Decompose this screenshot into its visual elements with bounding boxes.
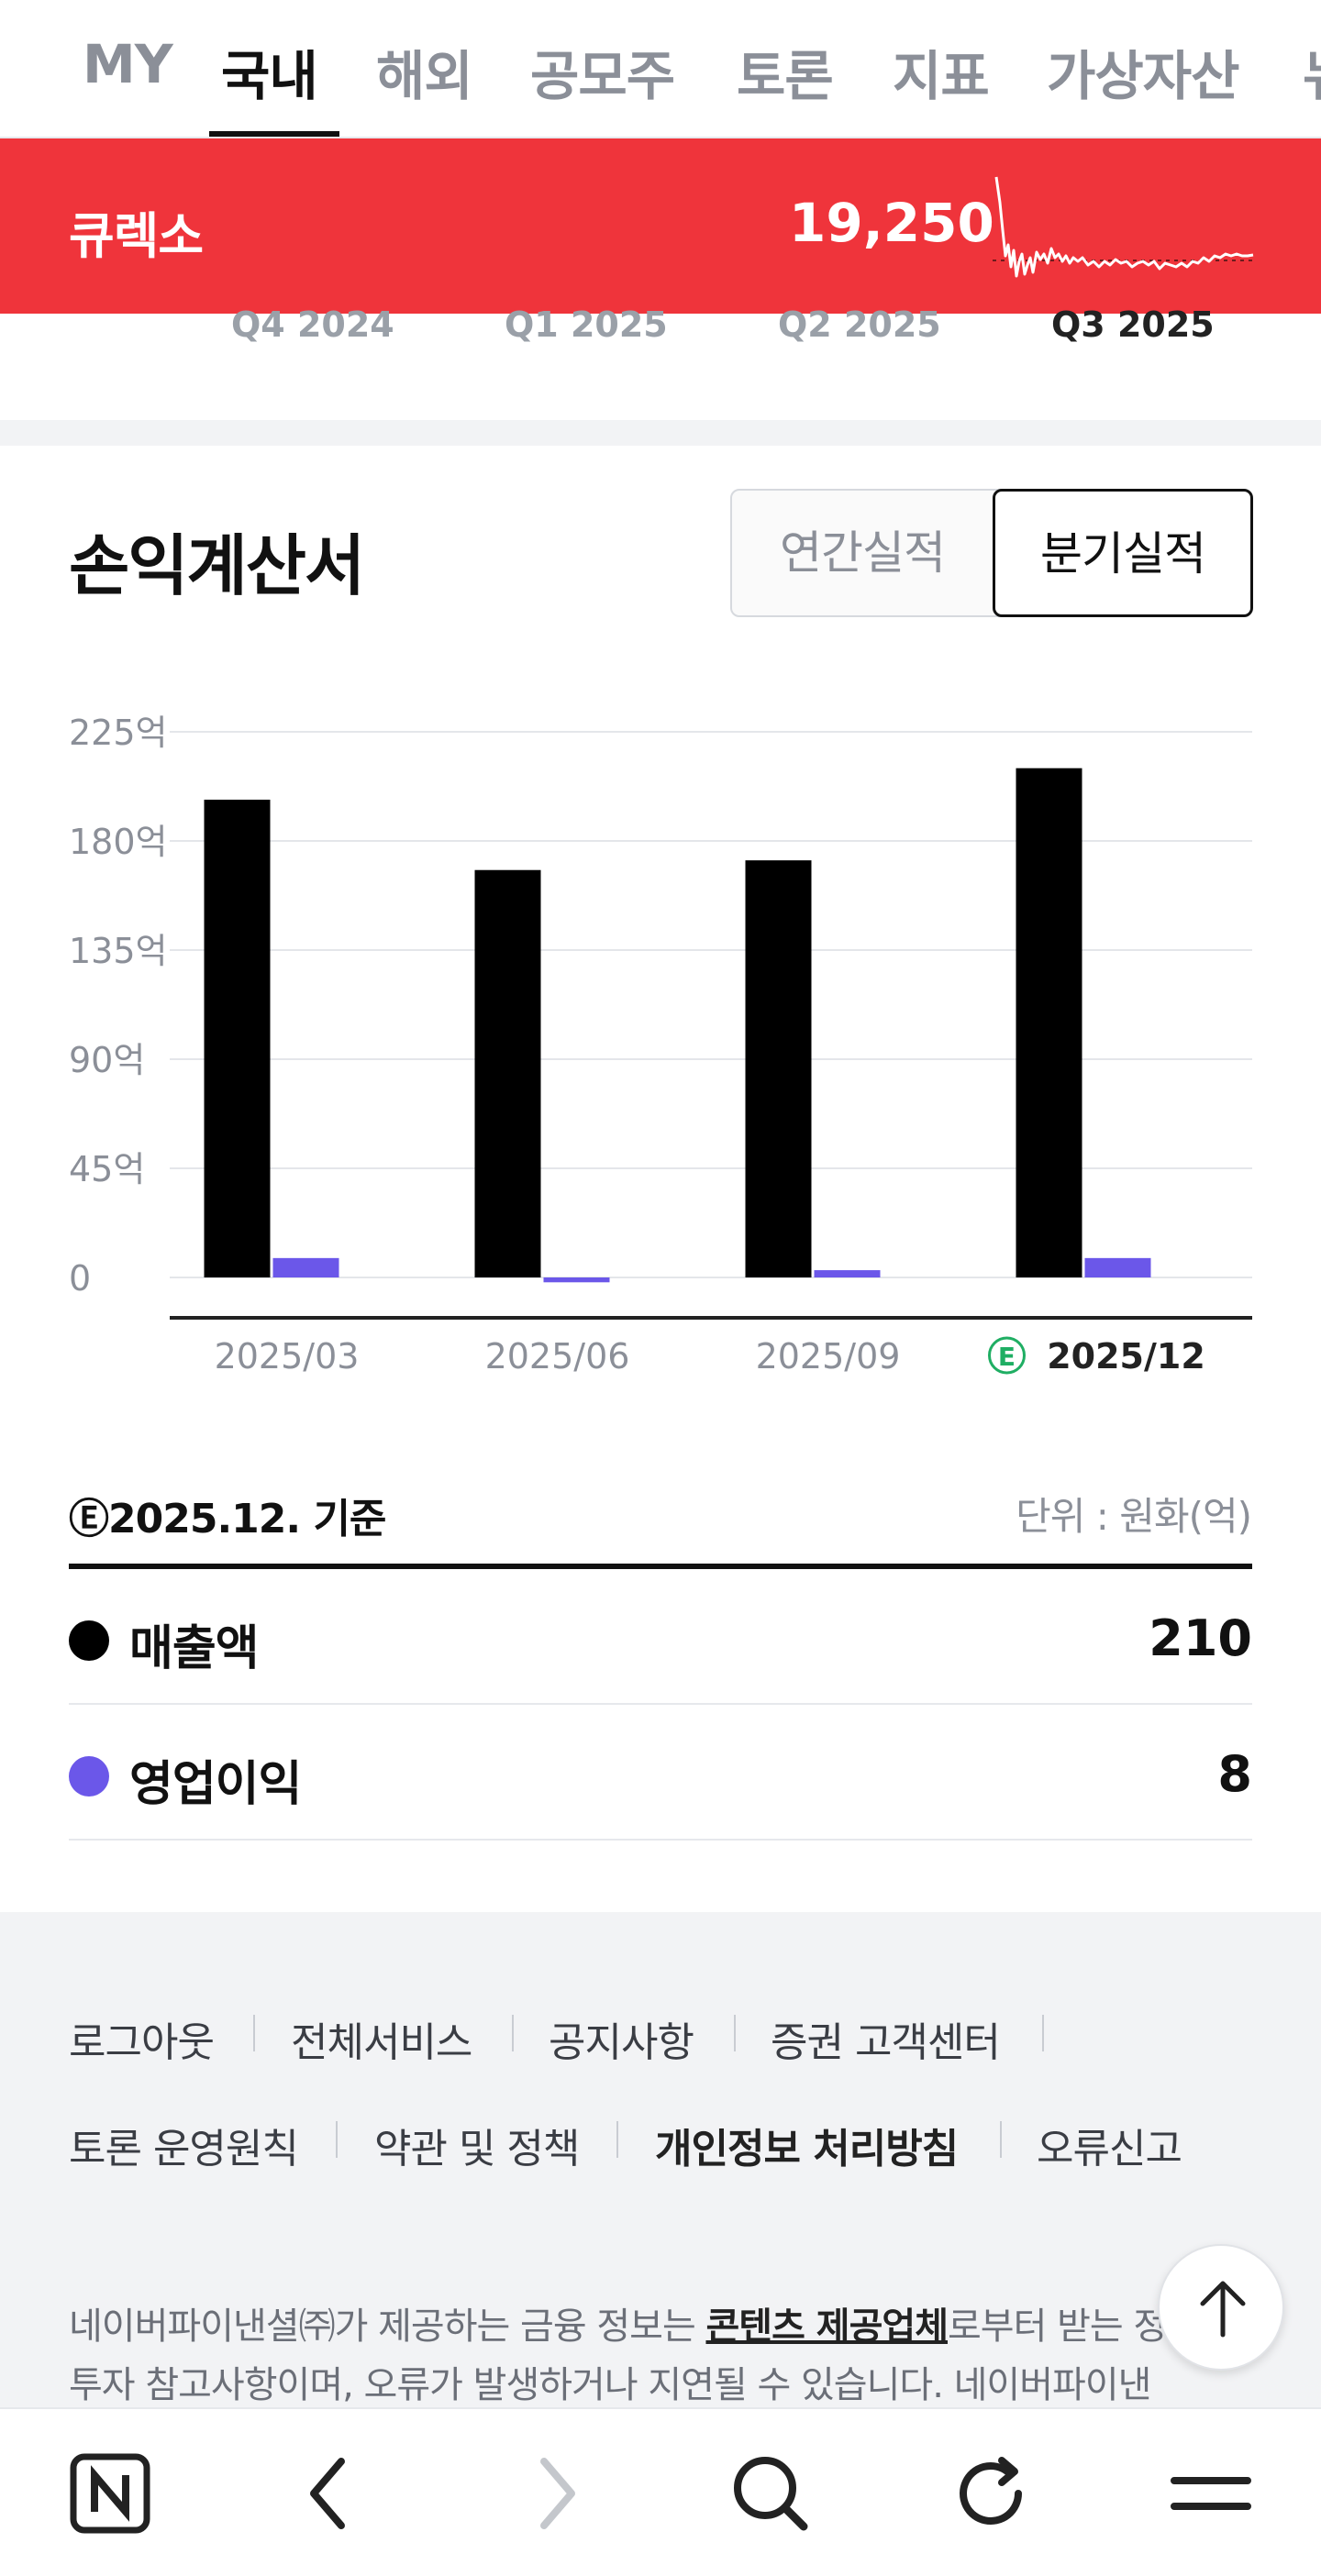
search-icon <box>734 2457 808 2531</box>
y-tick-label: 0 <box>69 1258 91 1299</box>
footer-separator <box>253 2015 255 2051</box>
browser-toolbar <box>0 2407 1321 2576</box>
tab-my[interactable]: MY <box>83 33 173 95</box>
y-tick-label: 225억 <box>69 713 168 753</box>
tab-crypto[interactable]: 가상자산 <box>1047 33 1239 110</box>
prev-chart-label: Q4 2024 <box>231 304 394 345</box>
footer-link-all-services[interactable]: 전체서비스 <box>291 2009 472 2068</box>
revenue-bar <box>1016 768 1082 1277</box>
tab-indicators[interactable]: 지표 <box>893 33 990 110</box>
prev-chart-label: Q1 2025 <box>505 304 668 345</box>
basis-date: Ⓔ2025.12. 기준 <box>69 1496 386 1542</box>
scroll-to-top-button[interactable] <box>1158 2244 1284 2371</box>
footer-separator <box>1042 2015 1044 2051</box>
footer: 로그아웃 전체서비스 공지사항 증권 고객센터 토론 운영원칙 약관 및 정책 … <box>0 1912 1321 2407</box>
footer-separator <box>616 2121 618 2158</box>
footer-link-privacy[interactable]: 개인정보 처리방침 <box>655 2116 959 2174</box>
annual-results-button[interactable]: 연간실적 <box>732 491 993 615</box>
estimate-badge-label: E <box>998 1342 1016 1372</box>
y-tick-label: 135억 <box>69 931 168 971</box>
search-button[interactable] <box>725 2448 816 2539</box>
price-sparkline <box>993 176 1255 278</box>
legend-dot-purple <box>69 1756 109 1797</box>
x-tick-label: 2025/03 <box>215 1336 360 1376</box>
x-tick-label: 2025/09 <box>756 1336 901 1376</box>
tab-news[interactable]: 뉴 <box>1303 33 1321 110</box>
content-provider-link[interactable]: 콘텐츠 제공업체 <box>705 2305 949 2348</box>
y-tick-label: 45억 <box>69 1149 145 1189</box>
footer-link-notices[interactable]: 공지사항 <box>549 2009 694 2068</box>
operating-profit-bar <box>272 1257 339 1277</box>
prev-chart-label-active: Q3 2025 <box>1051 304 1215 345</box>
back-icon <box>310 2458 345 2529</box>
footer-link-discussion-policy[interactable]: 토론 운영원칙 <box>69 2116 299 2174</box>
market-tab-bar: MY 국내 해외 공모주 토론 지표 가상자산 뉴 <box>0 0 1321 138</box>
tab-ipo[interactable]: 공모주 <box>530 33 675 110</box>
revenue-bar <box>474 869 541 1277</box>
operating-profit-bar <box>543 1277 610 1283</box>
menu-icon <box>1171 2477 1251 2510</box>
quarterly-results-button[interactable]: 분기실적 <box>993 489 1253 617</box>
footer-separator <box>1000 2121 1002 2158</box>
refresh-button[interactable] <box>945 2448 1037 2539</box>
arrow-up-icon <box>1200 2281 1246 2338</box>
tab-discussion[interactable]: 토론 <box>737 33 834 110</box>
y-tick-label: 90억 <box>69 1040 145 1080</box>
operating-profit-bar <box>814 1270 881 1277</box>
footer-link-report-error[interactable]: 오류신고 <box>1037 2116 1182 2174</box>
page: MY 국내 해외 공모주 토론 지표 가상자산 뉴 큐렉소 19,250 Q4 … <box>0 0 1321 2576</box>
refresh-icon <box>960 2457 1022 2525</box>
footer-link-customer-center[interactable]: 증권 고객센터 <box>771 2009 1001 2068</box>
unit-label: 단위 : 원화(억) <box>1016 1494 1252 1539</box>
legend-dot-black <box>69 1620 109 1661</box>
forward-icon <box>540 2458 575 2529</box>
revenue-bar <box>745 860 812 1277</box>
summary-value: 210 <box>1149 1609 1252 1667</box>
summary-row-revenue: 매출액 210 <box>69 1569 1252 1705</box>
section-divider <box>0 420 1321 446</box>
naver-home-button[interactable] <box>64 2448 156 2539</box>
operating-profit-bar <box>1084 1257 1151 1277</box>
tab-overseas[interactable]: 해외 <box>376 33 473 110</box>
income-statement-chart: 0 45억 90억 135억 180억 225억 2025/03 2025/06 2025/09… <box>69 713 1252 1376</box>
x-tick-label: 2025/12 <box>1047 1336 1205 1376</box>
footer-separator <box>512 2015 514 2051</box>
x-tick-label: 2025/06 <box>485 1336 630 1376</box>
footer-notice: 네이버파이낸셜㈜가 제공하는 금융 정보는 콘텐츠 제공업체로부터 받는 정보로… <box>69 2297 1252 2407</box>
stock-price: 19,250 <box>789 192 994 254</box>
sticky-stock-bar[interactable]: 큐렉소 19,250 <box>0 138 1321 314</box>
tab-domestic[interactable]: 국내 <box>221 33 318 110</box>
forward-button[interactable] <box>509 2448 601 2539</box>
summary-label: 매출액 <box>129 1621 260 1676</box>
y-tick-label: 180억 <box>69 822 168 862</box>
notice-text: 네이버파이낸셜㈜가 제공하는 금융 정보는 <box>69 2305 706 2348</box>
footer-separator <box>336 2121 338 2158</box>
prev-chart-label: Q2 2025 <box>778 304 941 345</box>
summary-value: 8 <box>1217 1745 1252 1803</box>
footer-link-terms[interactable]: 약관 및 정책 <box>374 2116 580 2174</box>
summary-row-operating-profit: 영업이익 8 <box>69 1705 1252 1841</box>
menu-button[interactable] <box>1165 2448 1257 2539</box>
active-tab-indicator <box>209 131 339 137</box>
footer-link-logout[interactable]: 로그아웃 <box>69 2009 215 2068</box>
summary-label: 영업이익 <box>129 1757 302 1812</box>
back-button[interactable] <box>284 2448 376 2539</box>
footer-separator <box>734 2015 736 2051</box>
naver-home-icon <box>70 2453 150 2534</box>
section-title: 손익계산서 <box>69 527 365 604</box>
revenue-bar <box>204 800 271 1277</box>
stock-name: 큐렉소 <box>69 207 204 265</box>
period-toggle: 연간실적 분기실적 <box>730 489 1253 617</box>
